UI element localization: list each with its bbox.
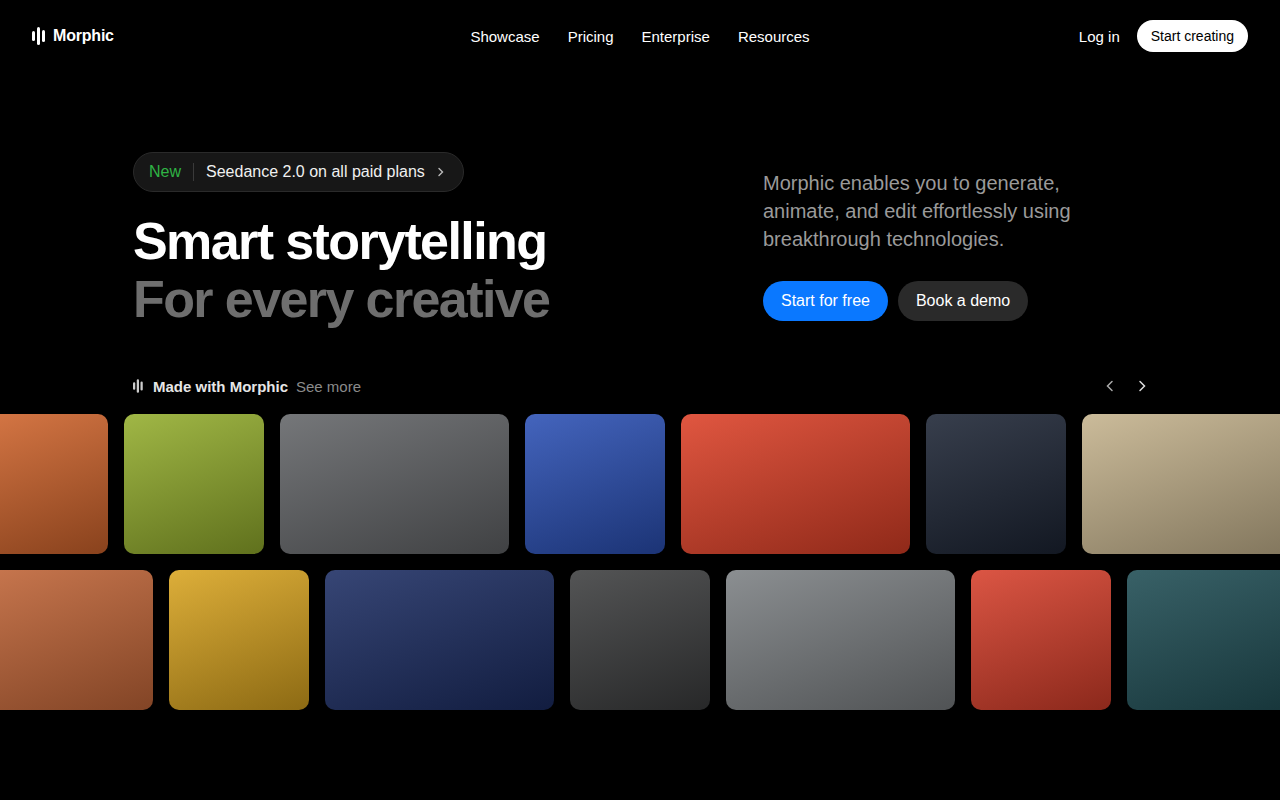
badge-text: Seedance 2.0 on all paid plans (206, 163, 425, 181)
gallery-tile[interactable] (525, 414, 665, 554)
gallery-tile[interactable] (280, 414, 509, 554)
gallery-tile[interactable] (325, 570, 554, 710)
gallery-tile[interactable] (570, 570, 710, 710)
start-creating-button[interactable]: Start creating (1137, 20, 1248, 52)
hero-title: Smart storytelling (133, 212, 546, 270)
badge-divider (193, 163, 194, 181)
brand-logo[interactable]: Morphic (32, 27, 470, 45)
nav-link[interactable]: Resources (738, 28, 810, 45)
gallery-tile[interactable] (1082, 414, 1280, 554)
hero-right: Morphic enables you to generate, animate… (763, 152, 1147, 356)
badge-tag: New (149, 163, 181, 181)
gallery-tile[interactable] (1127, 570, 1280, 710)
nav-link[interactable]: Showcase (470, 28, 539, 45)
login-link[interactable]: Log in (1079, 28, 1120, 45)
gallery-tile[interactable] (169, 570, 309, 710)
book-demo-button[interactable]: Book a demo (898, 281, 1028, 321)
gallery-tile[interactable] (681, 414, 910, 554)
next-button[interactable] (1132, 376, 1152, 396)
gallery-rows (0, 414, 1280, 710)
gallery-tile[interactable] (0, 570, 153, 710)
gallery: Made with Morphic See more (0, 356, 1280, 710)
top-nav: Morphic Showcase Pricing Enterprise Resource… (0, 0, 1280, 72)
announcement-badge[interactable]: New Seedance 2.0 on all paid plans (133, 152, 464, 192)
gallery-tile[interactable] (726, 570, 955, 710)
gallery-tile[interactable] (926, 414, 1066, 554)
carousel-arrows (1100, 376, 1152, 396)
gallery-title-group: Made with Morphic See more (133, 378, 361, 395)
nav-actions: Log in Start creating (810, 20, 1248, 52)
nav-links: Showcase Pricing Enterprise Resources (470, 28, 809, 45)
gallery-tile[interactable] (0, 414, 108, 554)
hero-description: Morphic enables you to generate, animate… (763, 169, 1103, 253)
prev-button[interactable] (1100, 376, 1120, 396)
nav-link[interactable]: Enterprise (642, 28, 710, 45)
gallery-row (0, 570, 1280, 710)
gallery-tile[interactable] (124, 414, 264, 554)
hero-subtitle: For every creative (133, 270, 549, 328)
chevron-left-icon (1105, 380, 1115, 392)
gallery-title: Made with Morphic (153, 378, 288, 395)
chevron-right-icon (437, 167, 445, 177)
nav-link[interactable]: Pricing (568, 28, 614, 45)
hero-buttons: Start for freeBook a demo (763, 281, 1147, 321)
gallery-tile[interactable] (971, 570, 1111, 710)
gallery-header: Made with Morphic See more (0, 376, 1280, 396)
landing-page: Morphic Showcase Pricing Enterprise Resource… (0, 0, 1280, 800)
hero-left: New Seedance 2.0 on all paid plans Smart s… (133, 152, 549, 356)
morphic-logo-icon (32, 27, 48, 45)
morphic-logo-icon (133, 379, 145, 393)
chevron-right-icon (1137, 380, 1147, 392)
brand-name: Morphic (53, 27, 114, 45)
hero: New Seedance 2.0 on all paid plans Smart s… (0, 72, 1280, 356)
see-more-link[interactable]: See more (296, 378, 361, 395)
start-free-button[interactable]: Start for free (763, 281, 888, 321)
gallery-row (0, 414, 1280, 554)
